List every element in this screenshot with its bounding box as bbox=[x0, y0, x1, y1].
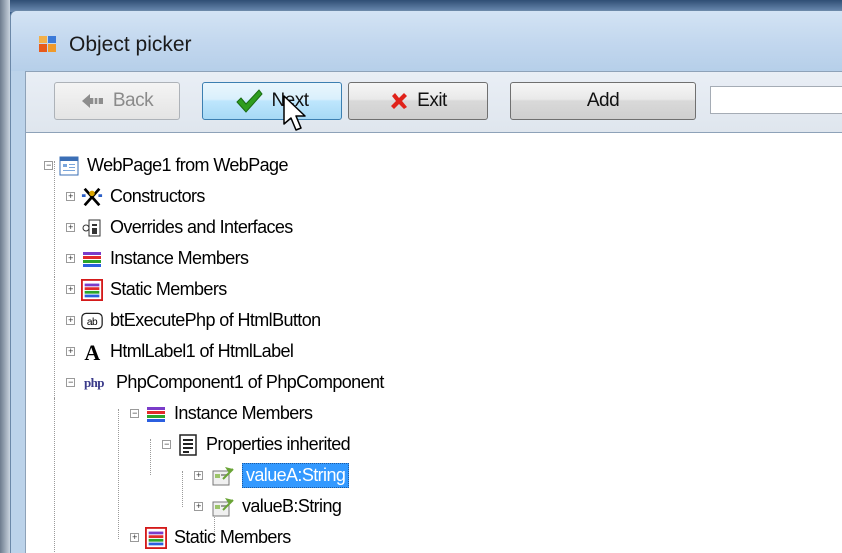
tree-item-label: valueB:String bbox=[242, 496, 342, 516]
background-window-edge bbox=[0, 0, 10, 553]
tree-item-label: Instance Members bbox=[110, 248, 249, 268]
exit-button[interactable]: Exit bbox=[348, 82, 488, 120]
title-bar[interactable]: Object picker bbox=[11, 11, 842, 71]
tree-item-static-members[interactable]: + Static Members bbox=[66, 274, 227, 305]
tree-item-label: WebPage1 from WebPage bbox=[87, 155, 288, 175]
tree-item-label: Overrides and Interfaces bbox=[110, 217, 293, 237]
property-icon bbox=[209, 465, 235, 487]
tree-item-label: btExecutePhp of HtmlButton bbox=[110, 310, 321, 330]
svg-text:A: A bbox=[84, 341, 100, 363]
tree-line bbox=[182, 471, 183, 507]
app-icon bbox=[38, 35, 58, 55]
members-icon bbox=[81, 248, 103, 270]
button-ab-icon: ab bbox=[81, 310, 103, 332]
expand-toggle[interactable]: + bbox=[66, 223, 75, 232]
toolbar: Back Next Exit Add bbox=[25, 71, 842, 133]
tree-item-label: Constructors bbox=[110, 186, 205, 206]
tree-item-label: PhpComponent1 of PhpComponent bbox=[116, 372, 384, 392]
mouse-cursor-icon bbox=[283, 95, 309, 140]
property-icon bbox=[209, 496, 235, 518]
expand-toggle[interactable]: + bbox=[194, 471, 203, 480]
properties-icon bbox=[177, 433, 199, 456]
tree-item-instance-members[interactable]: + Instance Members bbox=[66, 243, 249, 274]
members-icon bbox=[145, 403, 167, 425]
collapse-toggle[interactable]: − bbox=[66, 378, 75, 387]
expand-toggle[interactable]: + bbox=[66, 254, 75, 263]
tree-item-label: Static Members bbox=[174, 527, 291, 547]
tree-item-static-members-child[interactable]: + Static Members bbox=[130, 522, 291, 553]
tree-item-phpcomponent1[interactable]: − php PhpComponent1 of PhpComponent bbox=[66, 367, 384, 398]
tree-line bbox=[54, 398, 55, 553]
tree-line bbox=[150, 439, 151, 475]
expand-toggle[interactable]: + bbox=[66, 347, 75, 356]
tree-item-instance-members-child[interactable]: − Instance Members bbox=[130, 398, 313, 429]
expand-toggle[interactable]: + bbox=[66, 285, 75, 294]
php-icon: php bbox=[79, 372, 109, 394]
add-button[interactable]: Add bbox=[510, 82, 696, 120]
label-a-icon: A bbox=[81, 341, 103, 363]
check-icon bbox=[235, 88, 264, 114]
tree-root-node[interactable]: − WebPage1 from WebPage bbox=[44, 150, 288, 181]
tree-line bbox=[118, 409, 119, 539]
tree-line bbox=[54, 277, 55, 398]
object-tree[interactable]: − WebPage1 from WebPage + Constructors +… bbox=[25, 133, 842, 553]
static-members-icon bbox=[145, 526, 167, 549]
back-arrow-icon bbox=[81, 92, 105, 110]
svg-text:ab: ab bbox=[87, 317, 98, 328]
tree-item-valueb[interactable]: + valueB:String bbox=[194, 491, 342, 522]
window-title: Object picker bbox=[69, 33, 192, 56]
add-label: Add bbox=[586, 90, 620, 111]
expand-toggle[interactable]: + bbox=[130, 533, 139, 542]
close-x-icon bbox=[389, 91, 409, 111]
tree-item-overrides[interactable]: + Overrides and Interfaces bbox=[66, 212, 293, 243]
exit-label: Exit bbox=[417, 90, 447, 111]
collapse-toggle[interactable]: − bbox=[44, 161, 53, 170]
interface-icon bbox=[81, 217, 103, 239]
tree-item-label: Properties inherited bbox=[206, 434, 351, 454]
static-members-icon bbox=[81, 278, 103, 301]
object-picker-window: Object picker Back Next Exit Add − WebPa… bbox=[10, 10, 842, 553]
tree-item-label-selected: valueA:String bbox=[242, 463, 350, 488]
next-button[interactable]: Next bbox=[202, 82, 342, 120]
expand-toggle[interactable]: + bbox=[194, 502, 203, 511]
tree-item-valuea[interactable]: + valueA:String bbox=[194, 460, 350, 491]
tree-item-btexecutephp[interactable]: + ab btExecutePhp of HtmlButton bbox=[66, 305, 321, 336]
back-button[interactable]: Back bbox=[54, 82, 180, 120]
tree-item-label: HtmlLabel1 of HtmlLabel bbox=[110, 341, 294, 361]
expand-toggle[interactable]: + bbox=[66, 192, 75, 201]
constructor-icon bbox=[81, 186, 103, 208]
search-input[interactable] bbox=[710, 86, 842, 114]
collapse-toggle[interactable]: − bbox=[162, 440, 171, 449]
tree-item-htmllabel1[interactable]: + A HtmlLabel1 of HtmlLabel bbox=[66, 336, 294, 367]
collapse-toggle[interactable]: − bbox=[130, 409, 139, 418]
tree-item-properties-inherited[interactable]: − Properties inherited bbox=[162, 429, 351, 460]
expand-toggle[interactable]: + bbox=[66, 316, 75, 325]
tree-item-label: Static Members bbox=[110, 279, 227, 299]
webpage-icon bbox=[58, 155, 80, 177]
back-label: Back bbox=[112, 90, 154, 111]
tree-item-constructors[interactable]: + Constructors bbox=[66, 181, 205, 212]
svg-text:php: php bbox=[84, 375, 104, 390]
tree-item-label: Instance Members bbox=[174, 403, 313, 423]
